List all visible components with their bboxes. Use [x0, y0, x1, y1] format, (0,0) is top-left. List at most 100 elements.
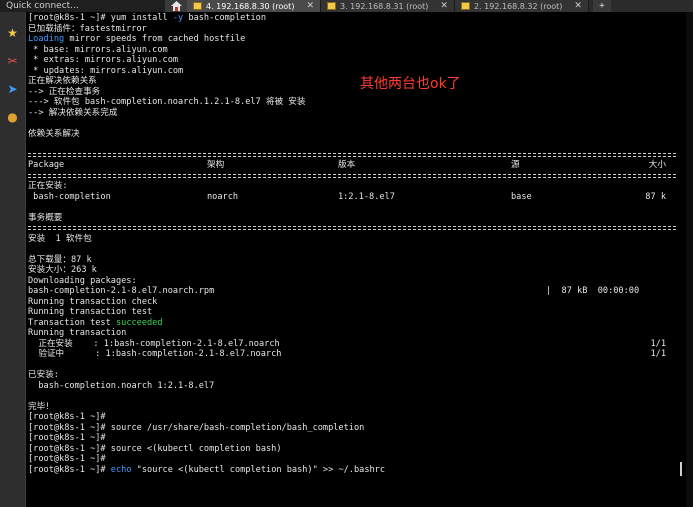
star-icon[interactable]: ★ — [4, 24, 21, 41]
terminal-text: Downloading packages: — [28, 275, 137, 286]
terminal-line: Running transaction check — [28, 297, 676, 308]
close-icon[interactable]: ✕ — [440, 1, 448, 11]
terminal-line: Running transaction test — [28, 307, 676, 318]
new-tab-button[interactable]: + — [592, 0, 611, 12]
close-icon[interactable]: ✕ — [574, 1, 582, 11]
terminal-separator — [28, 223, 676, 234]
table-cell: bash-completion — [28, 191, 111, 202]
terminal-line: [root@k8s-1 ~]# yum install -y bash-comp… — [28, 13, 676, 24]
terminal-text: --> 正在检查事务 — [28, 86, 101, 97]
terminal-line: 安装大小：263 k — [28, 265, 676, 276]
terminal-text: bash-completion — [183, 13, 267, 23]
terminal-text: succeeded — [115, 317, 163, 328]
close-icon[interactable]: ✕ — [306, 1, 314, 11]
terminal-text: * base: mirrors.aliyun.com — [28, 44, 168, 55]
terminal-text: Transaction test — [28, 317, 116, 328]
terminal-text: 1/1 — [650, 338, 666, 349]
terminal-text: 已加载插件：fastestmirror — [28, 23, 147, 34]
terminal-text: 完毕！ — [28, 401, 54, 412]
table-cell: Package — [28, 160, 65, 170]
terminal-line: [root@k8s-1 ~]# — [28, 433, 676, 444]
terminal-text: Running transaction test — [28, 307, 153, 317]
tools-icon[interactable]: ✂ — [4, 52, 21, 69]
terminal-text: [root@k8s-1 ~]# source /usr/share/bash-c… — [28, 422, 365, 433]
download-line: bash-completion-2.1-8.el7.noarch.rpm | 87… — [28, 286, 676, 297]
terminal-text: 安装大小：263 k — [28, 265, 97, 275]
home-tab[interactable] — [165, 0, 187, 12]
terminal-line: --> 解决依赖关系完成 — [28, 108, 676, 119]
dot-icon[interactable]: ● — [4, 108, 21, 125]
table-cell: base — [511, 191, 532, 202]
terminal-line: 已加载插件：fastestmirror — [28, 24, 676, 35]
terminal-text: echo — [110, 464, 132, 475]
table-cell: 1:2.1-8.el7 — [338, 191, 395, 202]
tab-label: 3. 192.168.8.31 (root) — [339, 1, 429, 11]
terminal-text: 已安装: — [28, 370, 59, 380]
table-cell: 87 k — [645, 191, 666, 202]
terminal-line: Transaction test succeeded — [28, 318, 676, 329]
tab-bar: Quick connect... 4. 192.168.8.30 (root) … — [0, 0, 693, 12]
tab-session-2[interactable]: 2. 192.168.8.32 (root) ✕ — [454, 0, 589, 12]
terminal-text: 1/1 — [650, 349, 666, 359]
terminal-line: 依赖关系解决 — [28, 129, 676, 140]
terminal-output[interactable]: [root@k8s-1 ~]# yum install -y bash-comp… — [28, 13, 676, 507]
terminal-separator — [28, 150, 676, 161]
terminal-text: Running transaction check — [28, 296, 158, 307]
terminal-line: bash-completion.noarch 1:2.1-8.el7 — [28, 381, 676, 392]
table-cell: 架构 — [207, 160, 225, 170]
terminal-icon — [193, 2, 202, 10]
terminal-text: [root@k8s-1 ~]# yum install — [28, 13, 173, 23]
terminal-line: 总下载量：87 k — [28, 255, 676, 266]
tab-session-4[interactable]: 4. 192.168.8.30 (root) ✕ — [187, 0, 321, 12]
table-row: bash-completion noarch 1:2.1-8.el7 base 87 k — [28, 192, 676, 203]
terminal-line: * updates: mirrors.aliyun.com — [28, 66, 676, 77]
tab-session-3[interactable]: 3. 192.168.8.31 (root) ✕ — [320, 0, 455, 12]
text-cursor — [680, 462, 682, 476]
terminal-line: Loading mirror speeds from cached hostfi… — [28, 34, 676, 45]
terminal-text: [root@k8s-1 ~]# — [28, 412, 106, 422]
terminal-line: 已安装: — [28, 370, 676, 381]
terminal-text: bash-completion-2.1-8.el7.noarch.rpm — [28, 286, 215, 296]
progress-line: 验证中 : 1:bash-completion-2.1-8.el7.noarch… — [28, 349, 676, 360]
terminal-text: 正在解决依赖关系 — [28, 76, 97, 86]
terminal-line: Downloading packages: — [28, 276, 676, 287]
terminal-text: 事务概要 — [28, 212, 63, 223]
terminal-text: Loading — [28, 34, 65, 44]
terminal-text: 正在安装: — [28, 181, 68, 191]
terminal-text: * extras: mirrors.aliyun.com — [28, 55, 179, 65]
terminal-text: bash-completion.noarch 1:2.1-8.el7 — [28, 380, 215, 391]
terminal-text: ---> 软件包 bash-completion.noarch.1.2.1-8.… — [28, 97, 306, 107]
terminal-text: -y — [172, 13, 184, 23]
sidebar: ★ ✂ ➤ ● — [0, 12, 26, 507]
terminal-text: "source <(kubectl completion bash)" >> ~… — [131, 464, 386, 475]
terminal-text: 验证中 : 1:bash-completion-2.1-8.el7.noarch — [28, 349, 282, 359]
terminal-text: 安装 1 软件包 — [28, 233, 92, 244]
scrollbar[interactable] — [686, 12, 693, 507]
terminal-line: 安装 1 软件包 — [28, 234, 676, 245]
table-cell: 源 — [511, 160, 520, 170]
table-cell: 大小 — [648, 160, 666, 170]
tab-label: 4. 192.168.8.30 (root) — [206, 1, 295, 11]
terminal-line: [root@k8s-1 ~]# source /usr/share/bash-c… — [28, 423, 676, 434]
terminal-text: [root@k8s-1 ~]# — [28, 464, 111, 475]
table-row: Package 架构 版本 源 大小 — [28, 160, 676, 171]
terminal-text: 正在安装 : 1:bash-completion-2.1-8.el7.noarc… — [28, 338, 280, 349]
terminal-line: 正在解决依赖关系 — [28, 76, 676, 87]
terminal-separator — [28, 171, 676, 182]
terminal-line: [root@k8s-1 ~]# source <(kubectl complet… — [28, 444, 676, 455]
tab-label: 2. 192.168.8.32 (root) — [473, 1, 563, 11]
table-cell: noarch — [207, 191, 239, 202]
annotation-text: 其他两台也ok了 — [360, 76, 461, 92]
table-cell: 版本 — [338, 160, 356, 170]
terminal-line: * base: mirrors.aliyun.com — [28, 45, 676, 56]
terminal-text: mirror speeds from cached hostfile — [64, 34, 246, 44]
quick-connect-input[interactable]: Quick connect... — [0, 0, 165, 12]
send-icon[interactable]: ➤ — [4, 80, 21, 97]
terminal-icon — [460, 2, 470, 10]
terminal-text: Running transaction — [28, 328, 127, 338]
terminal-text: * updates: mirrors.aliyun.com — [28, 65, 184, 76]
